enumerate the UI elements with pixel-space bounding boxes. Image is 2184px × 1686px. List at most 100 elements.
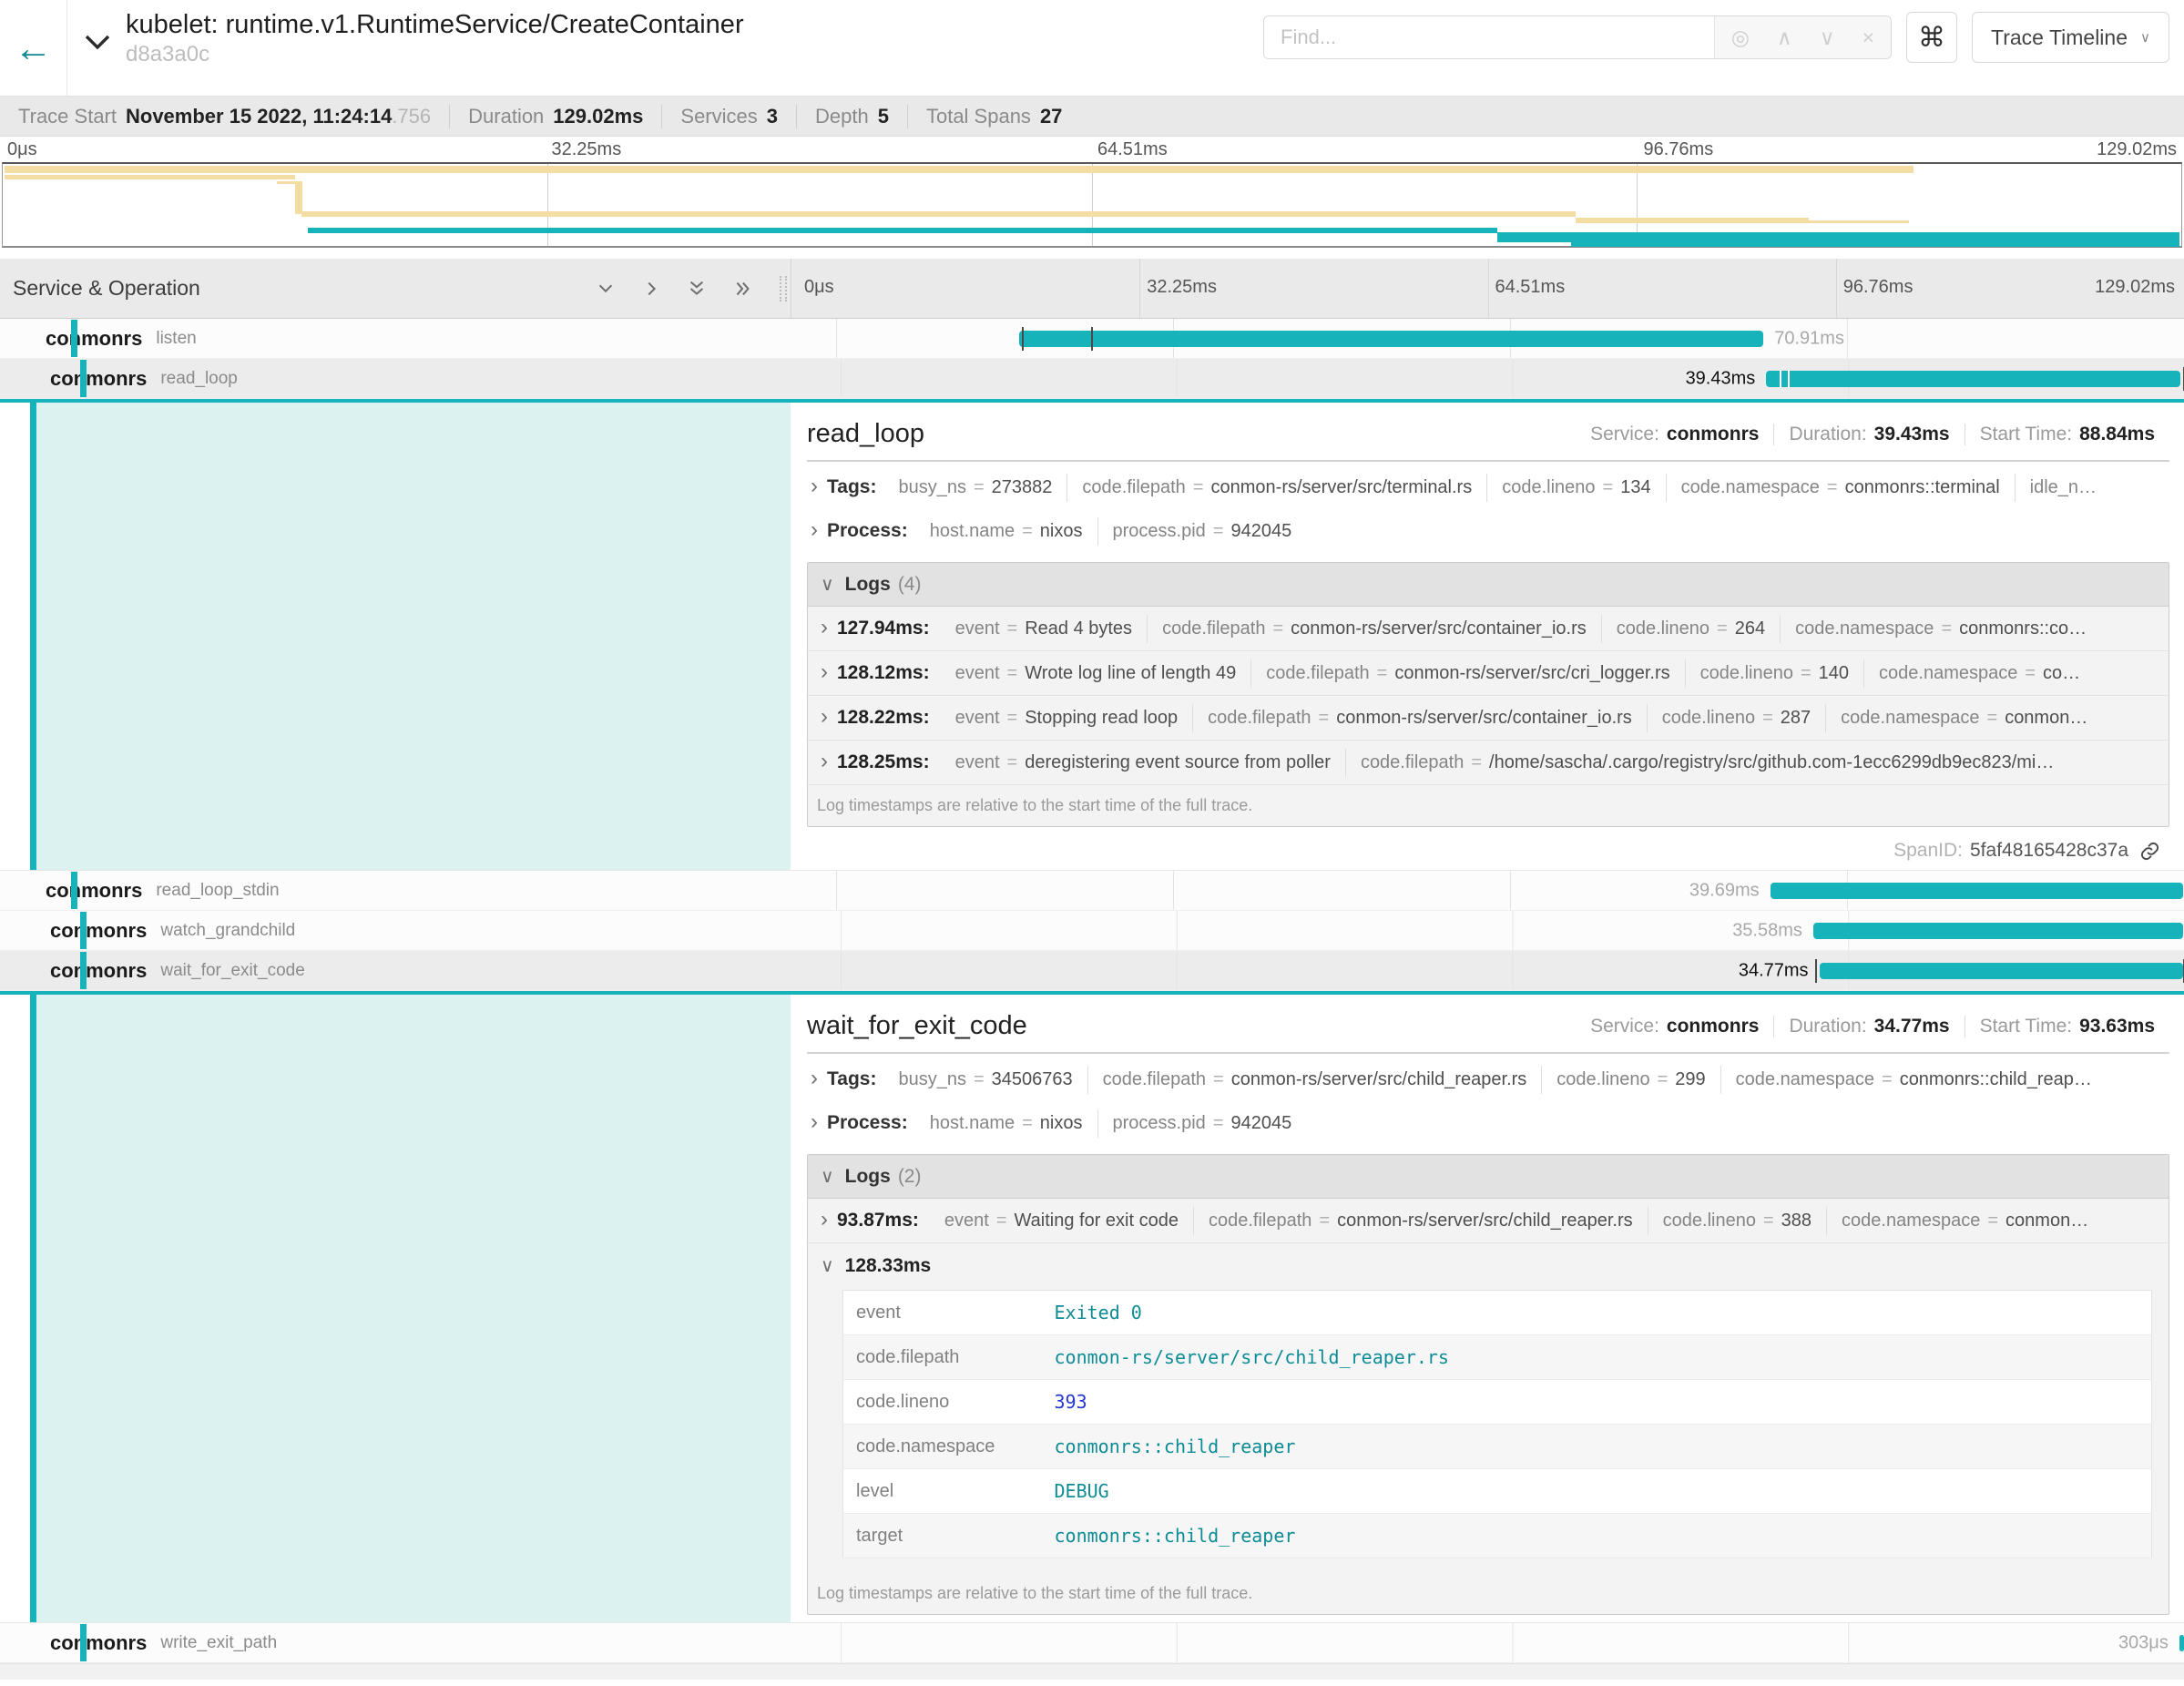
keyboard-shortcuts-button[interactable]: ⌘ <box>1906 12 1957 63</box>
grid-line <box>547 164 548 246</box>
span-name-cell[interactable]: conmonrs wait_for_exit_code <box>50 951 841 990</box>
detail-left-column <box>0 995 791 1622</box>
kv-pill: code.lineno=264 <box>1602 615 1781 643</box>
span-bar[interactable] <box>1771 883 2184 899</box>
chevron-right-icon: › <box>821 749 828 774</box>
log-entry[interactable]: › 93.87ms: event=Waiting for exit codeco… <box>808 1199 2169 1243</box>
minimap-span-bar <box>1576 218 1809 223</box>
axis-tick: 0μs <box>804 277 834 298</box>
log-entry[interactable]: › 127.94ms: event=Read 4 bytescode.filep… <box>808 607 2169 651</box>
tags-row[interactable]: › Tags: busy_ns=273882code.filepath=conm… <box>807 465 2169 509</box>
locate-icon[interactable]: ◎ <box>1731 26 1750 50</box>
log-fields: event=deregistering event source from po… <box>941 749 2159 777</box>
span-bar[interactable] <box>1820 963 2184 979</box>
chevron-down-icon: ∨ <box>2140 29 2150 46</box>
axis-tick: 96.76ms <box>1644 139 1714 160</box>
expand-all-icon[interactable] <box>732 279 752 299</box>
find-next-icon[interactable]: ∨ <box>1820 26 1835 50</box>
log-fields: event=Wrote log line of length 49code.fi… <box>941 659 2159 688</box>
kv-pill: code.filepath=conmon-rs/server/src/child… <box>1194 1207 1648 1235</box>
minimap-canvas[interactable] <box>2 162 2182 248</box>
kv-pill: code.lineno=299 <box>1542 1066 1720 1094</box>
minimap-span-bar <box>5 175 294 179</box>
kv-pill: code.filepath=conmon-rs/server/src/conta… <box>1148 615 1602 643</box>
span-bar[interactable] <box>1019 331 1763 347</box>
axis-tick: 0μs <box>7 139 37 160</box>
tags-row[interactable]: › Tags: busy_ns=34506763code.filepath=co… <box>807 1058 2169 1101</box>
column-resize-handle[interactable] <box>780 276 787 301</box>
kv-pill: event=Read 4 bytes <box>941 615 1148 643</box>
kv-pill: idle_n… <box>2016 474 2111 502</box>
find-clear-icon[interactable]: × <box>1863 26 1874 50</box>
span-timeline-cell[interactable]: 303μs <box>841 1623 2184 1662</box>
collapse-one-icon[interactable] <box>596 279 616 299</box>
span-timeline-cell[interactable]: 70.91ms <box>836 319 2184 358</box>
grid-line <box>1488 259 1489 318</box>
deep-link-icon[interactable] <box>2139 841 2160 862</box>
chevron-right-icon: › <box>821 615 828 640</box>
span-name-cell[interactable]: conmonrs read_loop <box>50 359 841 398</box>
minimap-axis: 0μs 32.25ms 64.51ms 96.76ms 129.02ms <box>0 137 2184 162</box>
chevron-right-icon: › <box>821 1207 828 1232</box>
logs-header[interactable]: ∨ Logs (2) <box>808 1155 2169 1199</box>
span-row-wait-for-exit-code[interactable]: conmonrs wait_for_exit_code 34.77ms <box>0 951 2184 991</box>
span-bar[interactable] <box>2179 1635 2184 1651</box>
span-timeline-cell[interactable]: 39.69ms <box>836 871 2184 910</box>
span-name-cell[interactable]: conmonrs read_loop_stdin <box>46 871 836 910</box>
span-operation: write_exit_path <box>160 1633 277 1653</box>
trace-duration: Duration129.02ms <box>449 105 661 128</box>
span-row-write-exit-path[interactable]: conmonrs write_exit_path 303μs <box>0 1623 2184 1663</box>
span-row-watch-grandchild[interactable]: conmonrs watch_grandchild 35.58ms <box>0 911 2184 951</box>
log-entry[interactable]: › 128.22ms: event=Stopping read loopcode… <box>808 696 2169 741</box>
span-timeline-cell[interactable]: 34.77ms <box>841 951 2184 990</box>
span-name-cell[interactable]: conmonrs write_exit_path <box>50 1623 841 1662</box>
top-bar: ← kubelet: runtime.v1.RuntimeService/Cre… <box>0 0 2184 97</box>
expand-collapse-controls <box>596 279 780 299</box>
kv-pill: host.name=nixos <box>915 1109 1098 1138</box>
expand-one-icon[interactable] <box>641 279 661 299</box>
span-color-bar <box>80 912 87 949</box>
service-operation-header: Service & Operation <box>0 259 791 318</box>
process-pills: host.name=nixosprocess.pid=942045 <box>915 517 2169 546</box>
collapse-all-icon[interactable] <box>687 279 707 299</box>
process-row[interactable]: › Process: host.name=nixosprocess.pid=94… <box>807 509 2169 553</box>
span-row-read-loop[interactable]: conmonrs read_loop 39.43ms <box>0 359 2184 399</box>
span-duration-label: 34.77ms <box>1739 960 1809 981</box>
detail-left-fill <box>36 403 791 870</box>
detail-title: read_loop <box>807 419 924 449</box>
kv-pill: event=deregistering event source from po… <box>941 749 1346 777</box>
span-row-read-loop-stdin[interactable]: conmonrs read_loop_stdin 39.69ms <box>0 871 2184 911</box>
span-bar[interactable] <box>1766 371 2180 387</box>
minimap-span-bar <box>1809 220 1909 223</box>
log-entry[interactable]: › 128.12ms: event=Wrote log line of leng… <box>808 651 2169 696</box>
kv-pill: busy_ns=34506763 <box>883 1066 1087 1094</box>
detail-left-column <box>0 403 791 870</box>
detail-overview: Service:conmonrs Duration:39.43ms Start … <box>1576 424 2169 445</box>
find-input[interactable] <box>1264 16 1714 58</box>
log-entry-expanded[interactable]: ∨ 128.33ms <box>808 1243 2169 1288</box>
chevron-down-icon <box>84 36 111 56</box>
span-timeline-cell[interactable]: 39.43ms <box>841 359 2184 398</box>
span-bar[interactable] <box>1813 923 2183 939</box>
back-button[interactable]: ← <box>0 0 67 96</box>
find-prev-icon[interactable]: ∧ <box>1777 26 1792 50</box>
logs-header[interactable]: ∨ Logs (4) <box>808 563 2169 607</box>
process-row[interactable]: › Process: host.name=nixosprocess.pid=94… <box>807 1101 2169 1145</box>
span-timeline-cell[interactable]: 35.58ms <box>841 911 2184 950</box>
span-id-row: SpanID: 5faf48165428c37a <box>807 827 2169 867</box>
kv-pill: code.namespace=conmonrs::co… <box>1781 615 2101 643</box>
log-timestamp: 128.33ms <box>845 1255 932 1277</box>
kv-pill: busy_ns=273882 <box>883 474 1067 502</box>
span-duration-label: 70.91ms <box>1774 328 1844 349</box>
span-row-listen[interactable]: conmonrs listen 70.91ms <box>0 319 2184 359</box>
back-arrow-icon: ← <box>15 26 53 70</box>
minimap-span-bar <box>5 166 1913 173</box>
collapse-trace-toggle[interactable] <box>84 33 111 96</box>
chevron-down-icon: ∨ <box>821 573 834 596</box>
kv-pill: code.namespace=conmon… <box>1826 704 2102 732</box>
view-selector-button[interactable]: Trace Timeline ∨ <box>1972 12 2169 63</box>
log-entry[interactable]: › 128.25ms: event=deregistering event so… <box>808 741 2169 785</box>
span-name-cell[interactable]: conmonrs listen <box>46 319 836 358</box>
span-name-cell[interactable]: conmonrs watch_grandchild <box>50 911 841 950</box>
partial-next-row <box>0 1663 2184 1680</box>
